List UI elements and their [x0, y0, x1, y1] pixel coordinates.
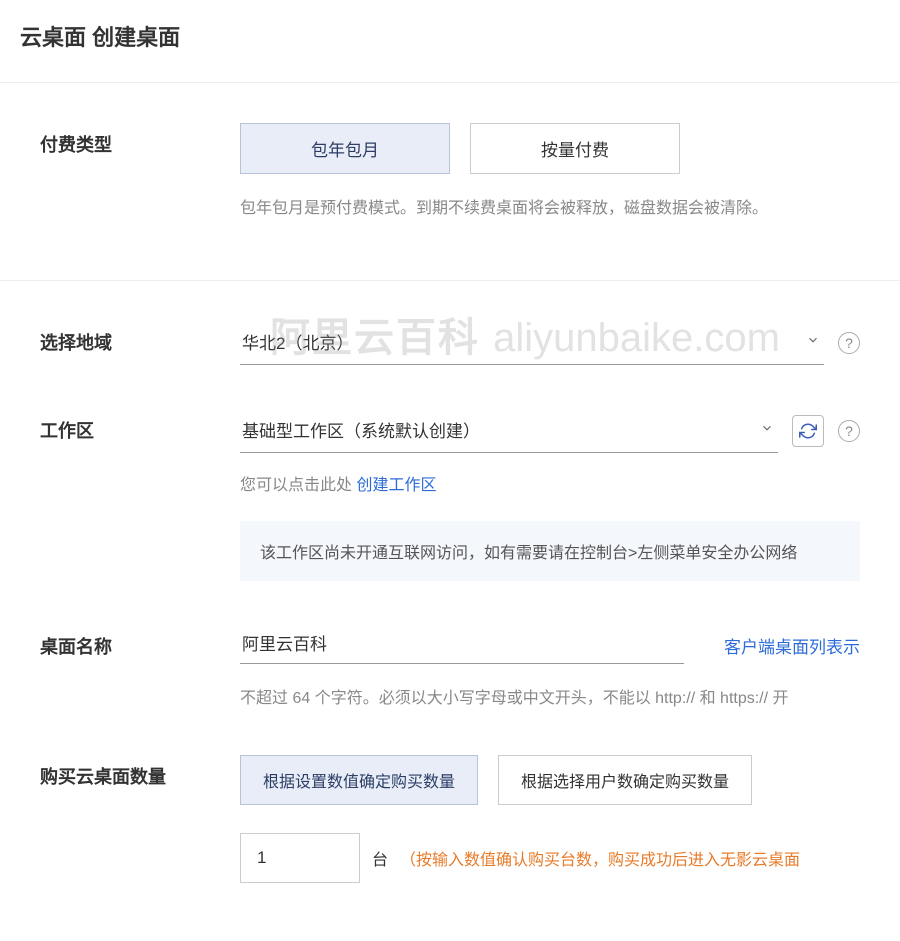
desktop-name-hint: 不超过 64 个字符。必须以大小写字母或中文开头，不能以 http:// 和 h…	[240, 686, 860, 712]
client-list-link[interactable]: 客户端桌面列表示	[724, 625, 860, 658]
chevron-down-icon	[760, 421, 774, 438]
create-workspace-link[interactable]: 创建工作区	[356, 477, 436, 494]
quantity-unit: 台	[372, 846, 388, 870]
workspace-label: 工作区	[40, 409, 240, 443]
workspace-select[interactable]: 基础型工作区（系统默认创建）	[240, 409, 778, 453]
page-title: 云桌面 创建桌面	[0, 0, 900, 82]
workspace-create-hint: 您可以点击此处 创建工作区	[240, 471, 860, 495]
billing-hint: 包年包月是预付费模式。到期不续费桌面将会被释放，磁盘数据会被清除。	[240, 196, 860, 222]
region-select[interactable]: 华北2（北京）	[240, 321, 824, 365]
workspace-notice: 该工作区尚未开通互联网访问，如有需要请在控制台>左侧菜单安全办公网络	[240, 521, 860, 581]
region-value: 华北2（北京）	[242, 329, 353, 354]
quantity-input[interactable]	[240, 833, 360, 883]
workspace-value: 基础型工作区（系统默认创建）	[242, 417, 480, 442]
quantity-option-by-value[interactable]: 根据设置数值确定购买数量	[240, 755, 478, 805]
config-section: 选择地域 华北2（北京） ? 工作区 基础型工作区（系统默认创建）	[0, 280, 900, 924]
quantity-note: （按输入数值确认购买台数，购买成功后进入无影云桌面	[400, 846, 800, 870]
billing-option-subscription[interactable]: 包年包月	[240, 123, 450, 174]
quantity-label: 购买云桌面数量	[40, 755, 240, 789]
region-help-icon[interactable]: ?	[838, 332, 860, 354]
desktop-name-label: 桌面名称	[40, 625, 240, 659]
region-label: 选择地域	[40, 321, 240, 355]
billing-label: 付费类型	[40, 123, 240, 157]
workspace-help-icon[interactable]: ?	[838, 420, 860, 442]
quantity-option-by-users[interactable]: 根据选择用户数确定购买数量	[498, 755, 752, 805]
refresh-button[interactable]	[792, 415, 824, 447]
desktop-name-input[interactable]	[240, 625, 684, 664]
refresh-icon	[799, 422, 817, 440]
chevron-down-icon	[806, 333, 820, 350]
billing-option-payg[interactable]: 按量付费	[470, 123, 680, 174]
billing-section: 付费类型 包年包月 按量付费 包年包月是预付费模式。到期不续费桌面将会被释放，磁…	[0, 82, 900, 262]
